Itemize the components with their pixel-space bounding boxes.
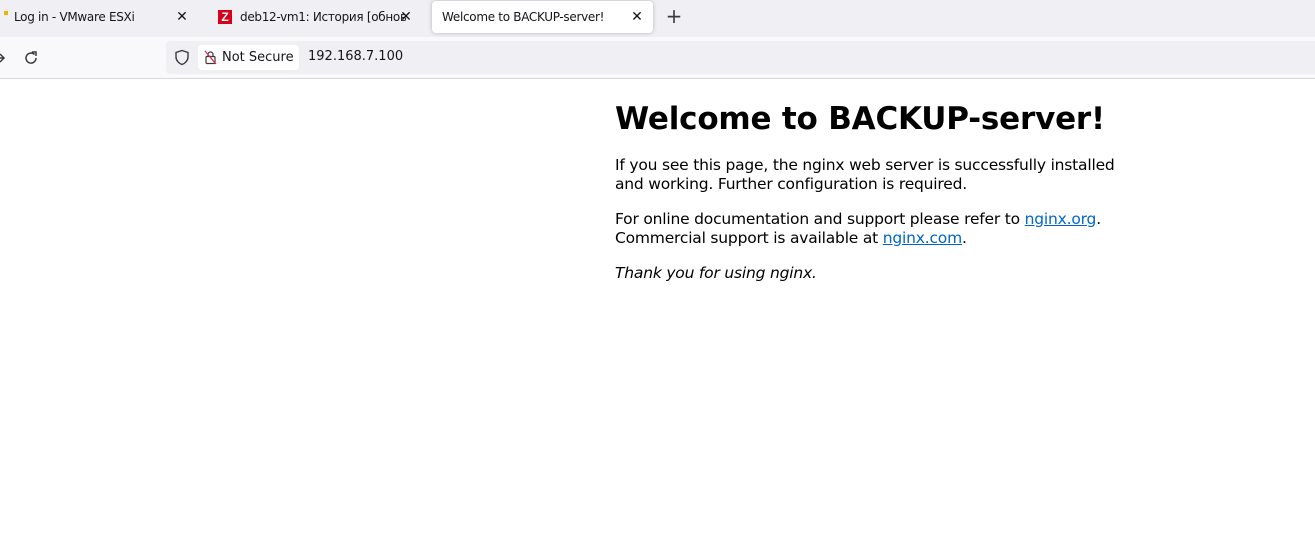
close-tab-icon[interactable]: ✕	[174, 9, 190, 25]
forward-icon[interactable]	[0, 49, 8, 67]
support-text: For online documentation and support ple…	[615, 210, 1025, 228]
tab-label: deb12-vm1: История [обновле	[240, 10, 406, 24]
tab-label: Log in - VMware ESXi	[14, 10, 135, 24]
commercial-support-text: Commercial support is available at	[615, 229, 883, 247]
navigation-toolbar: Not Secure 192.168.7.100	[0, 37, 1315, 79]
address-bar[interactable]: Not Secure 192.168.7.100	[166, 41, 1315, 74]
tab-strip: Log in - VMware ESXi ✕ Z deb12-vm1: Исто…	[0, 0, 1315, 37]
intro-paragraph: If you see this page, the nginx web serv…	[615, 156, 1115, 193]
period-text: .	[961, 229, 967, 247]
tab-vmware-esxi[interactable]: Log in - VMware ESXi ✕	[0, 0, 198, 34]
new-tab-button[interactable]: +	[664, 6, 684, 26]
vmware-favicon-icon	[4, 11, 8, 15]
page-title: Welcome to BACKUP-server!	[615, 101, 1105, 137]
nginx-org-link[interactable]: nginx.org	[1025, 210, 1097, 228]
close-tab-icon[interactable]: ✕	[398, 9, 414, 25]
close-tab-icon[interactable]: ✕	[629, 9, 645, 25]
thanks-text: Thank you for using nginx.	[615, 264, 817, 282]
thanks-paragraph: Thank you for using nginx.	[615, 264, 1135, 283]
insecure-lock-icon	[204, 50, 217, 65]
support-paragraph: For online documentation and support ple…	[615, 210, 1135, 248]
reload-icon[interactable]	[22, 49, 40, 67]
zabbix-favicon-icon: Z	[218, 10, 232, 24]
connection-security-button[interactable]: Not Secure	[198, 45, 299, 70]
nginx-com-link[interactable]: nginx.com	[883, 229, 962, 247]
tab-label: Welcome to BACKUP-server!	[442, 10, 605, 24]
tab-backup-server[interactable]: Welcome to BACKUP-server! ✕	[432, 1, 653, 33]
tracking-protection-shield-icon[interactable]	[174, 49, 190, 66]
not-secure-label: Not Secure	[222, 50, 294, 65]
page-content: Welcome to BACKUP-server! If you see thi…	[615, 98, 1135, 299]
period-text: .	[1096, 210, 1101, 228]
tab-deb12-vm1[interactable]: Z deb12-vm1: История [обновле ✕	[208, 0, 422, 34]
url-text[interactable]: 192.168.7.100	[308, 49, 403, 64]
